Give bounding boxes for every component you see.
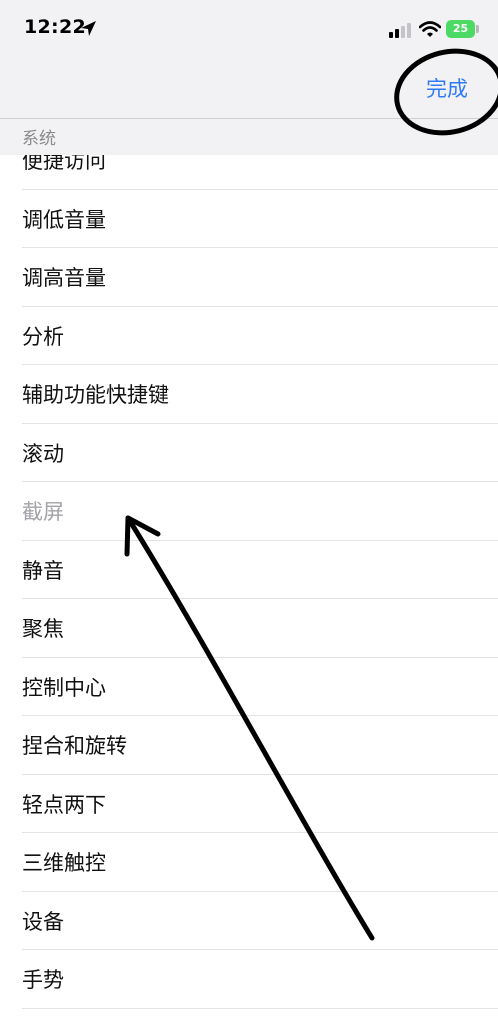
list-item-volume-up[interactable]: 调高音量 [0,248,498,307]
list-item-scroll[interactable]: 滚动 [0,424,498,482]
list-item-label: 分析 [22,324,64,349]
list-item-label: 设备 [22,909,64,934]
list-item-label: 滚动 [22,441,64,466]
navigation-header: 12:22 25 完成 系统 [0,0,498,155]
list-item-label: 控制中心 [22,675,106,700]
wifi-icon [419,21,441,37]
status-time: 12:22 [24,16,86,38]
list-item-label: 调低音量 [22,207,106,232]
section-header-system: 系统 [22,129,56,149]
list-item-label: 手势 [22,968,64,993]
list-item-device[interactable]: 设备 [0,892,498,950]
list-item-pinch-rotate[interactable]: 捏合和旋转 [0,716,498,775]
list-item-label: 静音 [22,558,64,583]
list-item-accessibility-shortcut[interactable]: 辅助功能快捷键 [0,365,498,424]
list-item-label: 轻点两下 [22,792,106,817]
list-item-label: 三维触控 [22,851,106,876]
battery-cap [476,25,479,33]
list-item-label: 调高音量 [22,266,106,291]
list-item-double-tap[interactable]: 轻点两下 [0,775,498,833]
list-item-label: 捏合和旋转 [22,734,127,759]
list-item-focus[interactable]: 聚焦 [0,599,498,658]
list-item-label: 辅助功能快捷键 [22,383,169,408]
list-item-3d-touch[interactable]: 三维触控 [0,833,498,892]
list-item-mute[interactable]: 静音 [0,541,498,599]
list-item-analytics[interactable]: 分析 [0,307,498,365]
header-divider [0,118,498,119]
done-button[interactable]: 完成 [426,73,468,103]
list-item-gestures[interactable]: 手势 [0,950,498,1009]
list-item-screenshot: 截屏 [0,482,498,541]
list-item-label: 截屏 [22,500,64,525]
battery-level-badge: 25 [446,20,475,38]
row-separator [22,1007,498,1009]
location-arrow-icon [81,21,96,36]
cellular-signal-icon [389,23,411,38]
list-item-volume-down[interactable]: 调低音量 [0,190,498,248]
list-item-control-center[interactable]: 控制中心 [0,658,498,716]
list-item-label: 聚焦 [22,617,64,642]
system-actions-list: 便捷访问 调低音量 调高音量 分析 辅助功能快捷键 滚动 截屏 静音 聚焦 控制… [0,131,498,1009]
